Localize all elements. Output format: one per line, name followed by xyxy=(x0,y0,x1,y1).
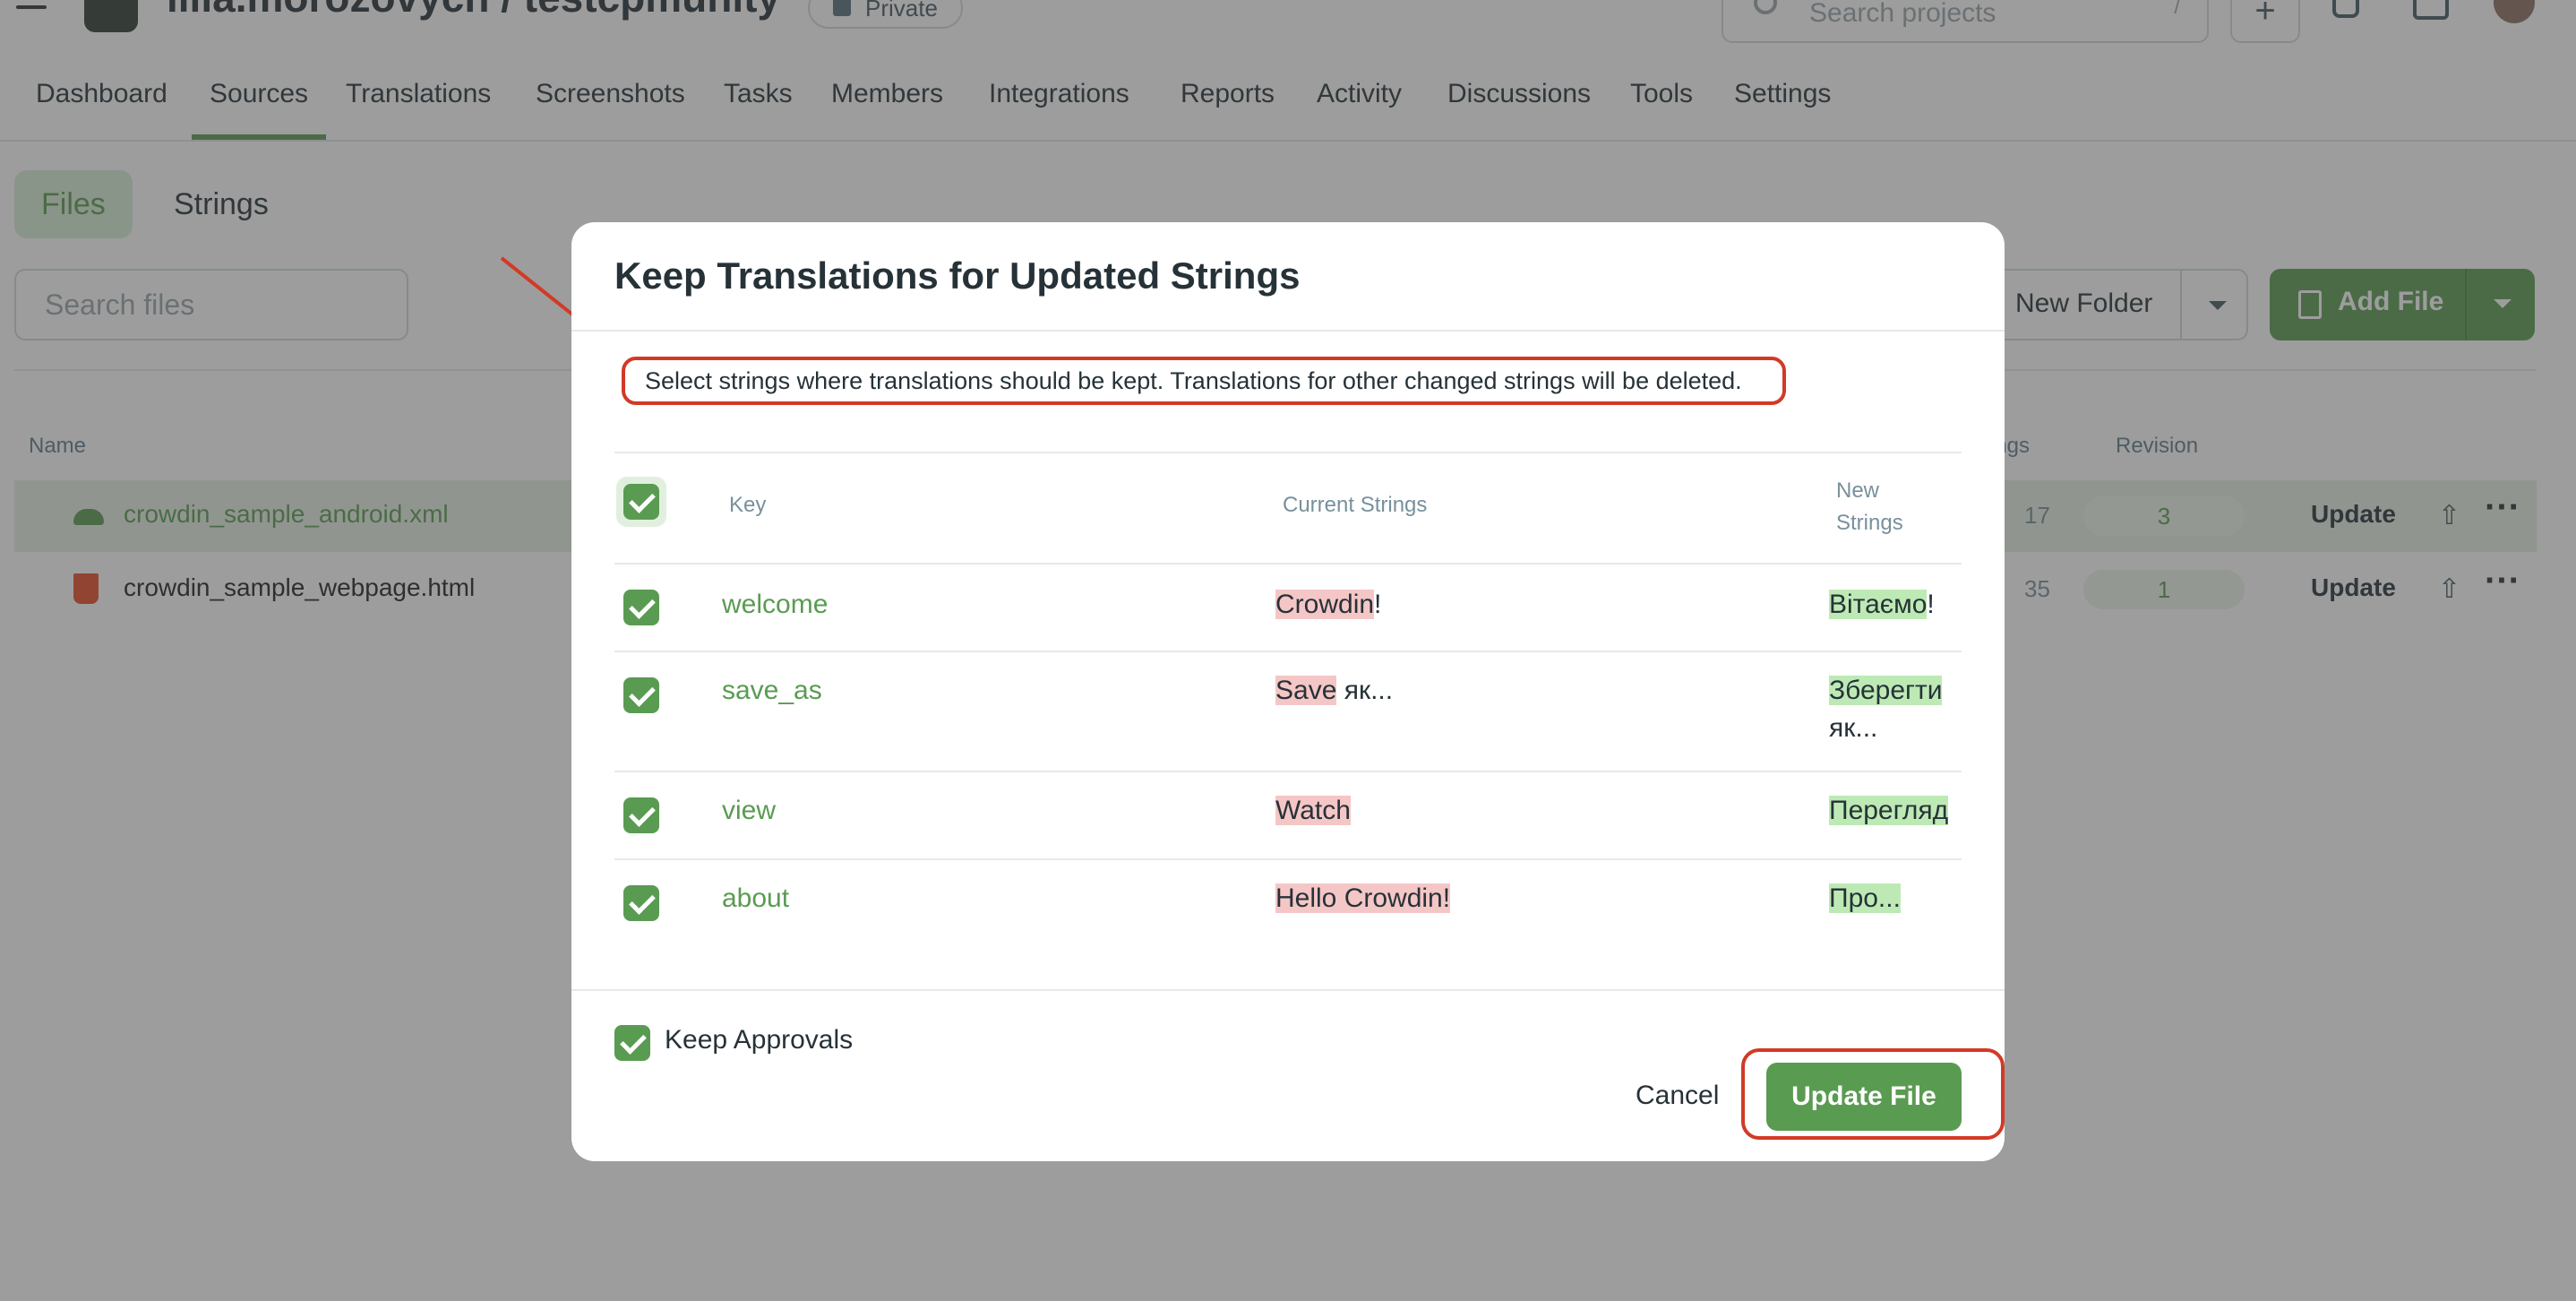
unchanged-text: як... xyxy=(1829,713,1878,743)
removed-text: Save xyxy=(1275,676,1337,705)
string-key[interactable]: save_as xyxy=(722,676,822,706)
current-string: Save як... xyxy=(1275,676,1393,706)
removed-text: Hello Crowdin! xyxy=(1275,883,1451,913)
divider xyxy=(571,330,2005,332)
keep-approvals-label[interactable]: Keep Approvals xyxy=(665,1025,853,1055)
dialog-title: Keep Translations for Updated Strings xyxy=(614,254,1301,297)
column-header-key: Key xyxy=(729,493,767,517)
divider xyxy=(614,650,1962,652)
dialog-description: Select strings where translations should… xyxy=(622,357,1786,405)
added-text: Зберегти xyxy=(1829,676,1943,705)
column-header-new-strings-line2: Strings xyxy=(1836,511,1903,535)
select-all-checkbox[interactable] xyxy=(623,484,659,520)
current-string: Watch xyxy=(1275,796,1351,826)
divider xyxy=(571,989,2005,991)
current-string: Crowdin! xyxy=(1275,590,1381,620)
divider xyxy=(614,452,1962,453)
row-checkbox[interactable] xyxy=(623,885,659,921)
cancel-button[interactable]: Cancel xyxy=(1636,1081,1719,1111)
row-checkbox[interactable] xyxy=(623,677,659,713)
select-all-checkbox-wrapper[interactable] xyxy=(616,477,666,527)
added-text: Вітаємо xyxy=(1829,590,1928,619)
keep-translations-dialog: Keep Translations for Updated Strings Se… xyxy=(571,222,2005,1161)
added-text: Перегляд xyxy=(1829,796,1949,825)
column-header-current-strings: Current Strings xyxy=(1283,493,1428,517)
unchanged-text: ! xyxy=(1927,590,1935,619)
new-string: Зберегти як... xyxy=(1829,672,1963,747)
string-key[interactable]: about xyxy=(722,883,789,914)
added-text: Про... xyxy=(1829,883,1901,913)
new-string: Про... xyxy=(1829,880,1963,918)
divider xyxy=(614,858,1962,860)
new-string: Вітаємо! xyxy=(1829,586,1963,624)
row-checkbox[interactable] xyxy=(623,590,659,625)
app-page: lilia.morozovych / testcpmunity Private … xyxy=(0,0,2576,1301)
removed-text: Crowdin xyxy=(1275,590,1375,619)
column-header-new-strings-line1: New xyxy=(1836,478,1880,503)
divider xyxy=(614,771,1962,772)
current-string: Hello Crowdin! xyxy=(1275,883,1451,914)
new-string: Перегляд xyxy=(1829,792,1963,830)
removed-text: Watch xyxy=(1275,796,1351,825)
divider xyxy=(614,563,1962,564)
string-key[interactable]: view xyxy=(722,796,776,826)
keep-approvals-checkbox[interactable] xyxy=(614,1025,650,1061)
unchanged-text: ! xyxy=(1374,590,1382,619)
string-key[interactable]: welcome xyxy=(722,590,828,620)
update-file-button[interactable]: Update File xyxy=(1766,1063,1962,1131)
row-checkbox[interactable] xyxy=(623,797,659,833)
unchanged-text: як... xyxy=(1336,676,1394,705)
